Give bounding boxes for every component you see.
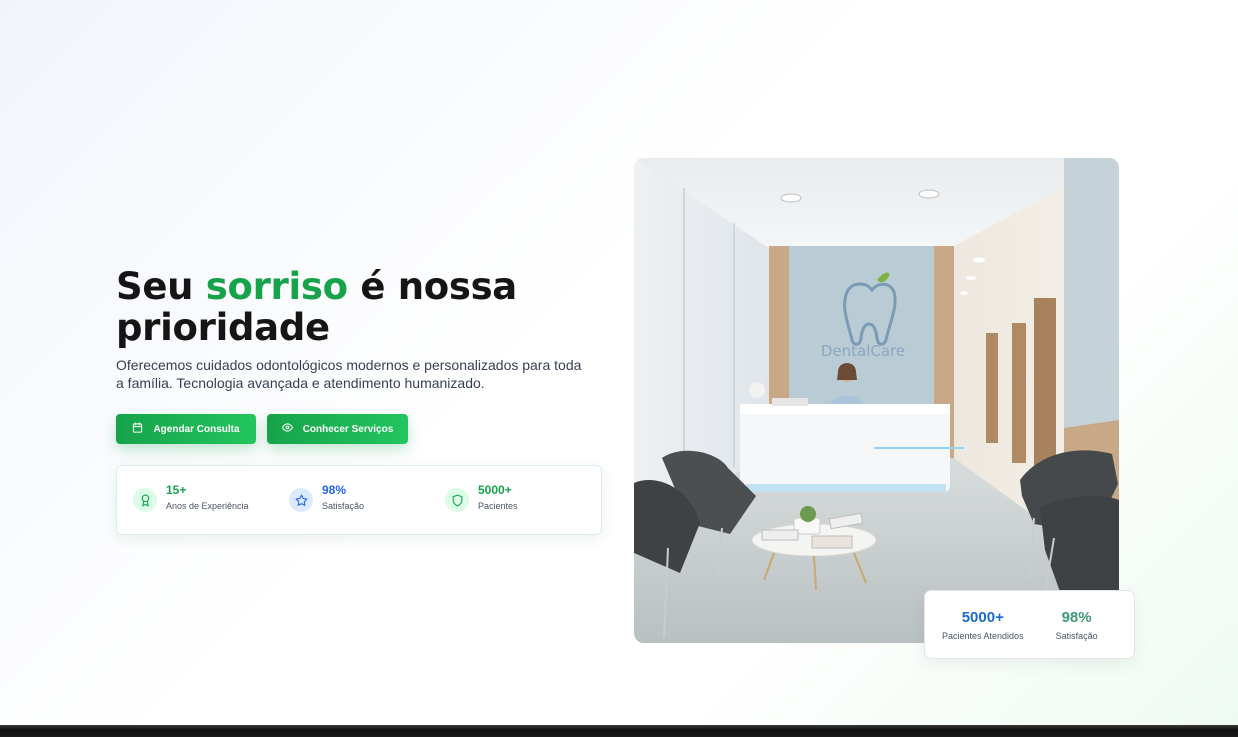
satisfaction-stat: 98% Satisfação (1056, 609, 1098, 641)
cta-row: Agendar Consulta Conhecer Serviços (116, 414, 602, 444)
patients-served-stat: 5000+ Pacientes Atendidos (942, 609, 1024, 641)
stat-patients: 5000+ Pacientes (445, 483, 601, 512)
view-services-button[interactable]: Conhecer Serviços (267, 414, 408, 444)
hero-content: Seu sorriso é nossa prioridade Oferecemo… (116, 266, 602, 535)
award-icon (133, 488, 157, 512)
stat-value: 5000+ (478, 483, 512, 497)
stat-label: Anos de Experiência (166, 501, 249, 511)
calendar-icon (132, 422, 143, 436)
star-icon (289, 488, 313, 512)
stat-experience: 15+ Anos de Experiência (133, 483, 289, 512)
hero-title-accent: sorriso (205, 265, 348, 308)
hero-title-part1: Seu (116, 265, 206, 308)
patients-served-value: 5000+ (961, 608, 1004, 626)
stats-card: 15+ Anos de Experiência 98% Satisfação 5… (116, 465, 602, 535)
stat-value: 98% (322, 483, 347, 497)
clinic-reception-image: DentalCare (634, 158, 1119, 643)
satisfaction-label: Satisfação (1055, 630, 1098, 641)
hero-title: Seu sorriso é nossa prioridade (116, 266, 602, 348)
stat-satisfaction: 98% Satisfação (289, 483, 445, 512)
eye-icon (281, 422, 293, 436)
clinic-sign-text: DentalCare (821, 342, 905, 360)
hero-subtitle: Oferecemos cuidados odontológicos modern… (116, 357, 582, 391)
patients-served-label: Pacientes Atendidos (942, 630, 1024, 641)
schedule-appointment-button[interactable]: Agendar Consulta (116, 414, 256, 444)
stat-label: Satisfação (322, 501, 365, 511)
stat-label: Pacientes (478, 501, 518, 511)
schedule-appointment-label: Agendar Consulta (153, 423, 240, 435)
bottom-edge-bar (0, 725, 1238, 737)
stat-value: 15+ (166, 483, 187, 497)
view-services-label: Conhecer Serviços (302, 423, 394, 435)
shield-icon (445, 488, 469, 512)
satisfaction-value: 98% (1061, 608, 1092, 626)
landing-page: Seu sorriso é nossa prioridade Oferecemo… (0, 0, 1238, 737)
floating-stats-card: 5000+ Pacientes Atendidos 98% Satisfação (924, 590, 1135, 659)
